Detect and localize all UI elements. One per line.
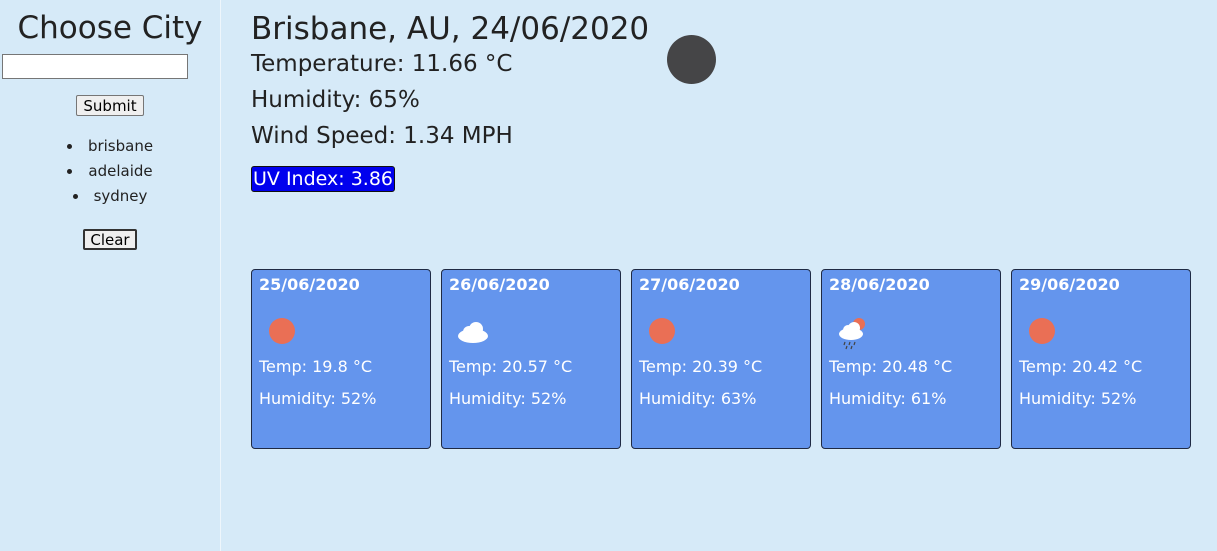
history-item-brisbane[interactable]: brisbane (0, 134, 220, 159)
forecast-temp: Temp: 19.8 °C (259, 357, 372, 376)
sidebar-title: Choose City (17, 10, 203, 46)
history-item-sydney[interactable]: sydney (0, 184, 220, 209)
forecast-temp: Temp: 20.57 °C (449, 357, 573, 376)
cloud-icon (455, 314, 491, 350)
forecast-humidity: Humidity: 61% (829, 389, 947, 408)
moon-icon (667, 35, 716, 84)
uv-index-badge: UV Index: 3.86 (251, 166, 395, 192)
forecast-date: 26/06/2020 (449, 275, 550, 294)
forecast-card: 28/06/2020 Temp: 20.48 °C Humidity: 61% (821, 269, 1001, 449)
current-city-title: Brisbane, AU, 24/06/2020 (251, 11, 650, 47)
forecast-temp: Temp: 20.42 °C (1019, 357, 1143, 376)
current-humidity: Humidity: 65% (251, 87, 420, 113)
current-temperature: Temperature: 11.66 °C (251, 51, 513, 77)
main-content: Brisbane, AU, 24/06/2020 Temperature: 11… (251, 0, 1217, 449)
sidebar: Choose City Submit brisbane adelaide syd… (0, 0, 221, 551)
forecast-card: 29/06/2020 Temp: 20.42 °C Humidity: 52% (1011, 269, 1191, 449)
forecast-humidity: Humidity: 52% (1019, 389, 1137, 408)
forecast-humidity: Humidity: 63% (639, 389, 757, 408)
current-wind-speed: Wind Speed: 1.34 MPH (251, 123, 513, 149)
forecast-date: 29/06/2020 (1019, 275, 1120, 294)
city-search-input[interactable] (2, 54, 188, 79)
forecast-card: 27/06/2020 Temp: 20.39 °C Humidity: 63% (631, 269, 811, 449)
forecast-temp: Temp: 20.39 °C (639, 357, 763, 376)
forecast-temp: Temp: 20.48 °C (829, 357, 953, 376)
forecast-card: 25/06/2020 Temp: 19.8 °C Humidity: 52% (251, 269, 431, 449)
history-item-adelaide[interactable]: adelaide (0, 159, 220, 184)
forecast-humidity: Humidity: 52% (449, 389, 567, 408)
rain-cloud-sun-icon (835, 314, 871, 350)
submit-button[interactable]: Submit (76, 95, 144, 116)
sun-icon (265, 314, 301, 350)
forecast-date: 25/06/2020 (259, 275, 360, 294)
forecast-humidity: Humidity: 52% (259, 389, 377, 408)
sun-icon (645, 314, 681, 350)
forecast-card: 26/06/2020 Temp: 20.57 °C Humidity: 52% (441, 269, 621, 449)
forecast-row: 25/06/2020 Temp: 19.8 °C Humidity: 52% 2… (251, 269, 1191, 449)
sun-icon (1025, 314, 1061, 350)
forecast-date: 27/06/2020 (639, 275, 740, 294)
search-history-list: brisbane adelaide sydney (0, 134, 220, 209)
forecast-date: 28/06/2020 (829, 275, 930, 294)
clear-button[interactable]: Clear (83, 229, 137, 250)
